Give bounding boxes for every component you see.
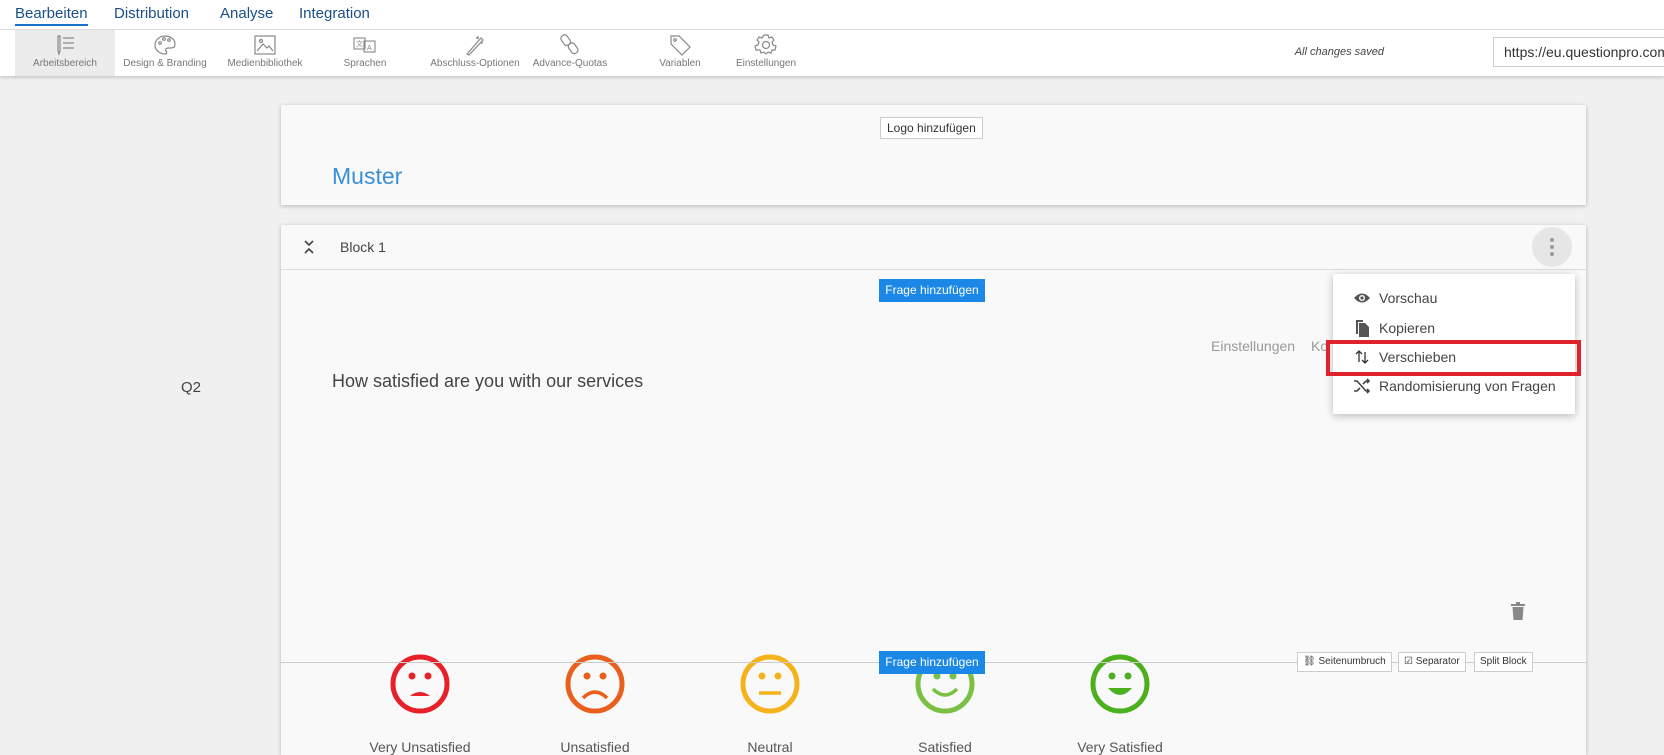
survey-title[interactable]: Muster	[332, 163, 402, 190]
menu-item-vorschau[interactable]: Vorschau	[1353, 289, 1437, 307]
copy-icon	[1356, 320, 1369, 337]
translate-icon: 文A	[353, 37, 376, 53]
toolbar: Arbeitsbereich Design & Branding Medienb…	[0, 30, 1664, 76]
option-label: Unsatisfied	[560, 739, 630, 755]
svg-text:文: 文	[356, 39, 363, 48]
option-label: Very Satisfied	[1077, 739, 1163, 755]
kebab-icon	[1550, 238, 1554, 256]
block-menu-button[interactable]	[1532, 227, 1572, 267]
menu-item-kopieren[interactable]: Kopieren	[1353, 319, 1435, 337]
gear-icon	[754, 34, 777, 55]
separator-button[interactable]: ☑ Separator	[1398, 652, 1466, 672]
palette-icon	[154, 35, 176, 55]
collapse-icon[interactable]	[303, 239, 315, 255]
checkbox-icon: ☑	[1404, 656, 1416, 667]
neutral-face-icon[interactable]	[740, 654, 800, 714]
block-title: Block 1	[340, 239, 386, 255]
survey-header-card: Logo hinzufügen Muster	[281, 105, 1586, 205]
magic-wand-icon	[466, 36, 484, 56]
toolbar-design[interactable]: Design & Branding	[115, 30, 215, 76]
shuffle-icon	[1354, 378, 1371, 394]
block-header: Block 1	[281, 225, 1586, 270]
page-break-button[interactable]: ⛓ Seitenumbruch	[1297, 652, 1392, 672]
toolbar-einstellungen[interactable]: Einstellungen	[716, 30, 816, 76]
toolbar-abschluss[interactable]: Abschluss-Optionen	[415, 30, 535, 76]
eye-icon	[1354, 293, 1370, 303]
svg-text:A: A	[367, 45, 372, 52]
menu-item-randomisierung[interactable]: Randomisierung von Fragen	[1353, 377, 1556, 395]
question-number: Q2	[181, 379, 202, 396]
option-label: Very Unsatisfied	[369, 739, 471, 755]
option-label: Satisfied	[918, 739, 972, 755]
toolbar-sprachen[interactable]: 文 A Sprachen	[315, 30, 415, 76]
highlight-box	[1326, 340, 1581, 376]
toolbar-medien[interactable]: Medienbibliothek	[215, 30, 315, 76]
tab-integration[interactable]: Integration	[299, 5, 370, 22]
option-label: Neutral	[747, 739, 793, 755]
add-logo-button[interactable]: Logo hinzufügen	[880, 117, 983, 139]
link-icon	[560, 34, 579, 55]
page-break-icon: ⛓	[1303, 656, 1319, 667]
split-block-button[interactable]: Split Block	[1474, 652, 1533, 672]
survey-url-field[interactable]: https://eu.questionpro.com/t	[1493, 37, 1664, 67]
workspace-icon	[57, 35, 74, 56]
add-question-button-bottom[interactable]: Frage hinzufügen	[879, 651, 985, 674]
very-satisfied-face-icon[interactable]	[1090, 654, 1150, 714]
trash-icon[interactable]	[1511, 602, 1525, 620]
image-icon	[254, 35, 276, 55]
question-settings-link[interactable]: Einstellungen	[1211, 338, 1295, 354]
tag-icon	[670, 35, 691, 56]
top-navigation: Bearbeiten Distribution Analyse Integrat…	[0, 0, 1664, 30]
toolbar-arbeitsbereich[interactable]: Arbeitsbereich	[15, 30, 115, 76]
tab-analyse[interactable]: Analyse	[220, 5, 273, 22]
add-question-button[interactable]: Frage hinzufügen	[879, 279, 985, 302]
unsatisfied-face-icon[interactable]	[565, 654, 625, 714]
question-text[interactable]: How satisfied are you with our services	[332, 371, 643, 392]
save-status: All changes saved	[1294, 46, 1384, 58]
very-unsatisfied-face-icon[interactable]	[390, 654, 450, 714]
toolbar-quotas[interactable]: Advance-Quotas	[520, 30, 620, 76]
tab-distribution[interactable]: Distribution	[114, 5, 189, 22]
toolbar-variablen[interactable]: Variablen	[630, 30, 730, 76]
tab-bearbeiten[interactable]: Bearbeiten	[15, 5, 88, 26]
